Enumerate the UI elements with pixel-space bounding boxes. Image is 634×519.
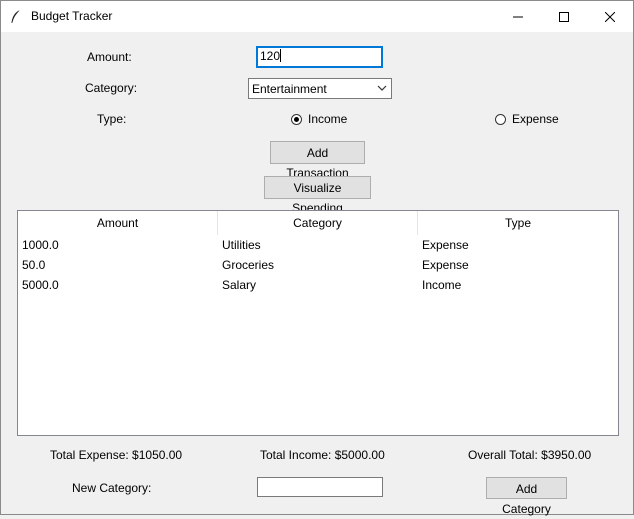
type-label: Type: bbox=[97, 112, 127, 126]
radio-expense-label: Expense bbox=[512, 112, 559, 126]
cell-category: Groceries bbox=[222, 258, 275, 272]
cell-type: Expense bbox=[422, 238, 469, 252]
radio-dot bbox=[294, 116, 299, 122]
total-expense-label: Total Expense: $1050.00 bbox=[50, 448, 183, 462]
amount-label: Amount: bbox=[87, 50, 132, 64]
feather-icon bbox=[11, 9, 21, 24]
column-header-amount[interactable]: Amount bbox=[18, 211, 218, 235]
new-category-label: New Category: bbox=[72, 481, 152, 495]
window-title: Budget Tracker bbox=[31, 9, 113, 23]
text-caret bbox=[280, 49, 282, 62]
table-header: Amount Category Type bbox=[18, 211, 618, 235]
radio-income[interactable]: Income bbox=[291, 112, 347, 126]
table-row[interactable]: 1000.0 Utilities Expense bbox=[18, 235, 618, 255]
chevron-down-icon bbox=[377, 85, 387, 91]
radio-button-selected[interactable] bbox=[291, 113, 302, 125]
column-header-category[interactable]: Category bbox=[218, 211, 418, 235]
amount-input-value: 120 bbox=[260, 49, 281, 63]
cell-type: Expense bbox=[422, 258, 469, 272]
new-category-input[interactable] bbox=[257, 477, 383, 497]
title-bar[interactable]: Budget Tracker bbox=[1, 1, 633, 32]
close-button[interactable] bbox=[587, 1, 633, 32]
amount-input[interactable]: 120 bbox=[256, 46, 383, 68]
radio-expense[interactable]: Expense bbox=[495, 112, 559, 126]
radio-button[interactable] bbox=[495, 113, 506, 125]
overall-total-label: Overall Total: $3950.00 bbox=[468, 448, 592, 462]
cell-type: Income bbox=[422, 278, 462, 292]
add-transaction-button[interactable]: Add Transaction bbox=[270, 141, 365, 180]
close-icon bbox=[605, 11, 615, 22]
column-header-type[interactable]: Type bbox=[418, 211, 618, 235]
add-category-button[interactable]: Add Category bbox=[486, 477, 567, 516]
cell-category: Salary bbox=[222, 278, 257, 292]
cell-amount: 5000.0 bbox=[22, 278, 59, 292]
maximize-button[interactable] bbox=[541, 1, 587, 32]
category-dropdown-value: Entertainment bbox=[252, 82, 327, 96]
category-dropdown[interactable]: Entertainment bbox=[248, 78, 392, 99]
minimize-icon bbox=[513, 16, 523, 17]
cell-amount: 1000.0 bbox=[22, 238, 59, 252]
cell-category: Utilities bbox=[222, 238, 261, 252]
total-income-label: Total Income: $5000.00 bbox=[260, 448, 385, 462]
transactions-table[interactable]: Amount Category Type 1000.0 Utilities Ex… bbox=[17, 210, 619, 436]
visualize-spending-button[interactable]: Visualize Spending bbox=[264, 176, 371, 215]
maximize-icon bbox=[559, 11, 569, 22]
radio-income-label: Income bbox=[308, 112, 348, 126]
category-label: Category: bbox=[85, 81, 138, 95]
minimize-button[interactable] bbox=[495, 1, 541, 32]
table-row[interactable]: 50.0 Groceries Expense bbox=[18, 255, 618, 275]
cell-amount: 50.0 bbox=[22, 258, 46, 272]
app-window: Budget Tracker Amount: 120 Category: Ent… bbox=[0, 0, 634, 516]
table-row[interactable]: 5000.0 Salary Income bbox=[18, 275, 618, 295]
